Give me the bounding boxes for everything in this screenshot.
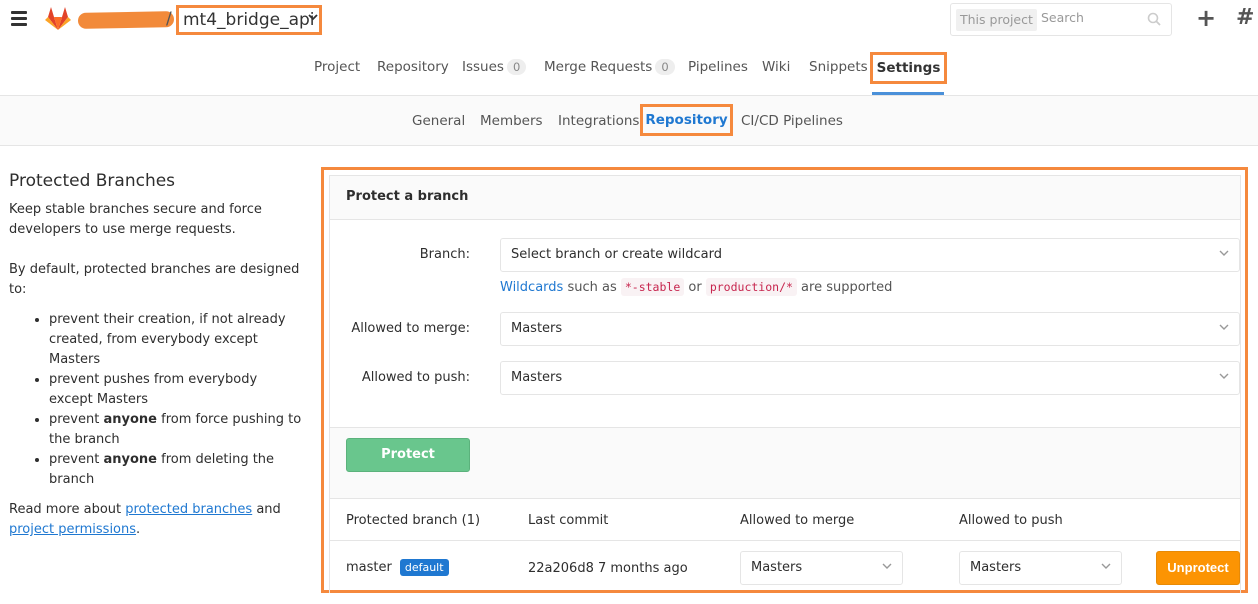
push-label: Allowed to push: xyxy=(361,370,470,385)
last-commit-cell[interactable]: 22a206d8 7 months ago xyxy=(528,561,688,576)
row-merge-select[interactable]: Masters xyxy=(740,551,903,585)
read-more-text: Read more about protected branches and p… xyxy=(9,500,304,540)
subtab-members[interactable]: Members xyxy=(480,113,543,129)
chevron-down-icon xyxy=(1101,563,1111,569)
branch-select[interactable]: Select branch or create wildcard xyxy=(500,238,1240,272)
code-stable: *-stable xyxy=(620,278,685,296)
protect-button[interactable]: Protect xyxy=(346,438,470,472)
help-mid2: or xyxy=(684,280,706,295)
gitlab-logo-icon[interactable] xyxy=(44,5,72,31)
wildcards-link[interactable]: Wildcards xyxy=(500,280,563,295)
intro-text: Keep stable branches secure and force de… xyxy=(9,202,262,237)
branch-label: Branch: xyxy=(419,247,470,262)
tab-project[interactable]: Project xyxy=(314,59,360,75)
tab-merge-requests[interactable]: Merge Requests 0 xyxy=(544,59,675,75)
read-more-pre: Read more about xyxy=(9,502,126,517)
list-item: prevent anyone from deleting the branch xyxy=(49,450,304,490)
col-header-branch: Protected branch (1) xyxy=(346,513,481,528)
breadcrumb-separator: / xyxy=(166,9,172,29)
subtab-integrations[interactable]: Integrations xyxy=(558,113,639,129)
branch-name: master xyxy=(346,560,392,575)
help-post: are supported xyxy=(796,280,893,295)
tab-snippets[interactable]: Snippets xyxy=(809,59,868,75)
table-row: master default 22a206d8 7 months ago Mast… xyxy=(330,540,1240,594)
col-header-allowed-merge: Allowed to merge xyxy=(740,513,855,528)
help-mid1: such as xyxy=(563,280,621,295)
default-text: By default, protected branches are desig… xyxy=(9,262,300,297)
todos-hash-icon[interactable]: # xyxy=(1236,5,1254,31)
wildcard-help-text: Wildcards such as *-stable or production… xyxy=(500,278,893,296)
tab-issues-label: Issues xyxy=(462,59,504,75)
read-more-post: . xyxy=(136,522,141,537)
read-more-mid: and xyxy=(252,502,281,517)
bullet3-bold: anyone xyxy=(103,412,157,427)
branch-select-value: Select branch or create wildcard xyxy=(511,247,722,262)
tab-merge-requests-label: Merge Requests xyxy=(544,59,653,75)
subtab-repository[interactable]: Repository xyxy=(640,104,733,136)
subtab-general[interactable]: General xyxy=(412,113,465,129)
active-tab-indicator xyxy=(872,92,944,95)
chevron-down-icon xyxy=(1219,250,1229,256)
new-item-plus-icon[interactable]: + xyxy=(1196,5,1216,31)
panel-title: Protect a branch xyxy=(330,176,1240,220)
search-input[interactable] xyxy=(1041,10,1141,25)
search-box[interactable]: This project xyxy=(950,3,1172,36)
search-icon xyxy=(1147,12,1161,26)
list-item: prevent pushes from everybody except Mas… xyxy=(49,370,304,410)
protected-branches-link[interactable]: protected branches xyxy=(125,502,252,517)
row-merge-value: Masters xyxy=(751,560,803,575)
allowed-to-merge-select[interactable]: Masters xyxy=(500,312,1240,346)
hamburger-menu-icon[interactable] xyxy=(11,11,27,27)
row-push-value: Masters xyxy=(970,560,1022,575)
search-scope-badge[interactable]: This project xyxy=(956,9,1037,31)
project-name-link[interactable]: mt4_bridge_api xyxy=(176,5,322,35)
merge-label: Allowed to merge: xyxy=(351,321,470,336)
bullet4-pre: prevent xyxy=(49,452,104,467)
allowed-to-push-select[interactable]: Masters xyxy=(500,361,1240,395)
list-item: prevent their creation, if not already c… xyxy=(49,310,304,370)
row-push-select[interactable]: Masters xyxy=(959,551,1122,585)
section-title: Protected Branches xyxy=(9,171,176,191)
tab-issues[interactable]: Issues 0 xyxy=(462,59,527,75)
top-header: / mt4_bridge_api This project + # xyxy=(0,0,1258,40)
list-item: prevent anyone from force pushing to the… xyxy=(49,410,304,450)
tab-pipelines[interactable]: Pipelines xyxy=(688,59,748,75)
col-header-allowed-push: Allowed to push xyxy=(959,513,1063,528)
chevron-down-icon[interactable] xyxy=(308,12,318,22)
unprotect-button[interactable]: Unprotect xyxy=(1156,551,1240,585)
project-permissions-link[interactable]: project permissions xyxy=(9,522,136,537)
code-production: production/* xyxy=(705,278,797,296)
redacted-namespace xyxy=(77,11,175,29)
settings-subnav: General Members Integrations Repository … xyxy=(0,96,1258,146)
form-footer: Protect xyxy=(330,427,1240,499)
bullet3-pre: prevent xyxy=(49,412,104,427)
col-header-last-commit: Last commit xyxy=(528,513,609,528)
push-select-value: Masters xyxy=(511,370,563,385)
merge-select-value: Masters xyxy=(511,321,563,336)
tab-repository[interactable]: Repository xyxy=(377,59,449,75)
chevron-down-icon xyxy=(882,563,892,569)
protect-branch-panel: Protect a branch Branch: Select branch o… xyxy=(329,175,1241,593)
issues-count-badge: 0 xyxy=(506,59,527,75)
bullet4-bold: anyone xyxy=(103,452,157,467)
chevron-down-icon xyxy=(1219,324,1229,330)
branch-cell: master default xyxy=(346,559,449,576)
protected-branches-description: Protected Branches Keep stable branches … xyxy=(9,170,304,560)
tab-wiki[interactable]: Wiki xyxy=(762,59,790,75)
merge-requests-count-badge: 0 xyxy=(655,59,675,75)
subtab-cicd-pipelines[interactable]: CI/CD Pipelines xyxy=(741,113,843,129)
tab-settings[interactable]: Settings xyxy=(870,52,947,84)
default-badge: default xyxy=(399,559,449,576)
project-nav: Project Repository Issues 0 Merge Request… xyxy=(0,40,1258,96)
rules-list: prevent their creation, if not already c… xyxy=(9,310,304,490)
chevron-down-icon xyxy=(1219,373,1229,379)
